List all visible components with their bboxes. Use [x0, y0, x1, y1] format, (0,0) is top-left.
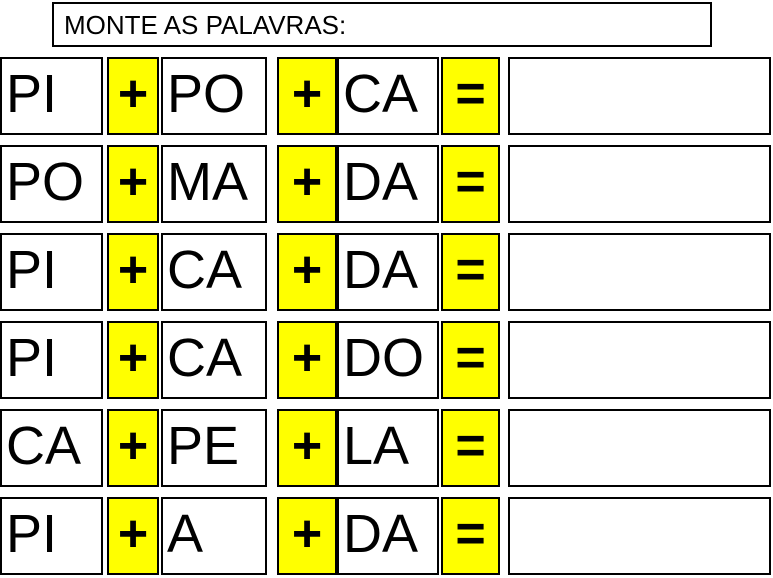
instruction-box: MONTE AS PALAVRAS: — [52, 2, 712, 47]
plus-icon: + — [117, 65, 149, 123]
plus-operator-cell-2: + — [277, 321, 337, 399]
syllable-text: PO — [6, 152, 85, 212]
syllable-text: PI — [6, 328, 58, 388]
plus-operator-cell-2: + — [277, 57, 337, 135]
syllable-cell-2: A — [161, 497, 267, 575]
instruction-text: MONTE AS PALAVRAS: — [64, 9, 347, 40]
syllable-cell-2: PE — [161, 409, 267, 487]
syllable-cell-2: PO — [161, 57, 267, 135]
syllable-cell-3: DA — [337, 497, 439, 575]
equals-operator-cell: = — [441, 409, 500, 487]
equals-operator-cell: = — [441, 233, 500, 311]
syllable-text: A — [167, 504, 204, 564]
syllable-text: PI — [6, 504, 58, 564]
equals-icon: = — [455, 241, 486, 299]
plus-icon: + — [291, 153, 323, 211]
plus-operator-cell-2: + — [277, 409, 337, 487]
plus-icon: + — [291, 241, 323, 299]
syllable-text: CA — [343, 64, 419, 124]
answer-input-box[interactable] — [508, 321, 771, 399]
plus-icon: + — [117, 329, 149, 387]
plus-icon: + — [117, 153, 149, 211]
syllable-text: PE — [167, 416, 240, 476]
syllable-text: PI — [6, 64, 58, 124]
answer-input-box[interactable] — [508, 233, 771, 311]
answer-input-box[interactable] — [508, 145, 771, 223]
equals-icon: = — [455, 153, 486, 211]
plus-icon: + — [117, 417, 149, 475]
syllable-text: CA — [6, 416, 82, 476]
syllable-cell-2: CA — [161, 321, 267, 399]
equals-icon: = — [455, 329, 486, 387]
syllable-text: DO — [343, 328, 424, 388]
syllable-cell-3: DA — [337, 145, 439, 223]
equals-icon: = — [455, 417, 486, 475]
plus-icon: + — [117, 241, 149, 299]
table-row: CA + PE + LA = — [0, 409, 773, 487]
plus-operator-cell-1: + — [107, 409, 159, 487]
table-row: PO + MA + DA = — [0, 145, 773, 223]
equals-operator-cell: = — [441, 145, 500, 223]
syllable-cell-1: PI — [0, 233, 103, 311]
answer-input-box[interactable] — [508, 57, 771, 135]
table-row: PI + CA + DA = — [0, 233, 773, 311]
syllable-text: DA — [343, 152, 419, 212]
syllable-cell-2: MA — [161, 145, 267, 223]
equals-operator-cell: = — [441, 321, 500, 399]
syllable-cell-3: LA — [337, 409, 439, 487]
equals-icon: = — [455, 65, 486, 123]
syllable-cell-3: DA — [337, 233, 439, 311]
plus-operator-cell-1: + — [107, 57, 159, 135]
answer-input-box[interactable] — [508, 497, 771, 575]
plus-icon: + — [291, 329, 323, 387]
equation-rows: PI + PO + CA = PO + MA + DA = PI + CA + … — [0, 57, 773, 575]
equals-operator-cell: = — [441, 57, 500, 135]
plus-operator-cell-1: + — [107, 497, 159, 575]
syllable-text: PO — [167, 64, 246, 124]
plus-icon: + — [291, 505, 323, 563]
table-row: PI + PO + CA = — [0, 57, 773, 135]
syllable-cell-1: PI — [0, 57, 103, 135]
syllable-text: LA — [343, 416, 410, 476]
table-row: PI + A + DA = — [0, 497, 773, 575]
syllable-text: CA — [167, 328, 243, 388]
equals-icon: = — [455, 505, 486, 563]
plus-operator-cell-2: + — [277, 497, 337, 575]
table-row: PI + CA + DO = — [0, 321, 773, 399]
answer-input-box[interactable] — [508, 409, 771, 487]
syllable-cell-1: PI — [0, 497, 103, 575]
plus-operator-cell-2: + — [277, 233, 337, 311]
plus-operator-cell-1: + — [107, 233, 159, 311]
syllable-cell-1: PI — [0, 321, 103, 399]
syllable-cell-3: DO — [337, 321, 439, 399]
syllable-text: CA — [167, 240, 243, 300]
syllable-text: DA — [343, 240, 419, 300]
syllable-text: DA — [343, 504, 419, 564]
syllable-text: PI — [6, 240, 58, 300]
equals-operator-cell: = — [441, 497, 500, 575]
plus-operator-cell-1: + — [107, 145, 159, 223]
syllable-text: MA — [167, 152, 248, 212]
syllable-cell-1: PO — [0, 145, 103, 223]
plus-icon: + — [117, 505, 149, 563]
syllable-cell-1: CA — [0, 409, 103, 487]
plus-icon: + — [291, 417, 323, 475]
syllable-cell-3: CA — [337, 57, 439, 135]
worksheet-page: MONTE AS PALAVRAS: PI + PO + CA = PO + M… — [0, 0, 773, 578]
plus-operator-cell-2: + — [277, 145, 337, 223]
syllable-cell-2: CA — [161, 233, 267, 311]
plus-operator-cell-1: + — [107, 321, 159, 399]
plus-icon: + — [291, 65, 323, 123]
